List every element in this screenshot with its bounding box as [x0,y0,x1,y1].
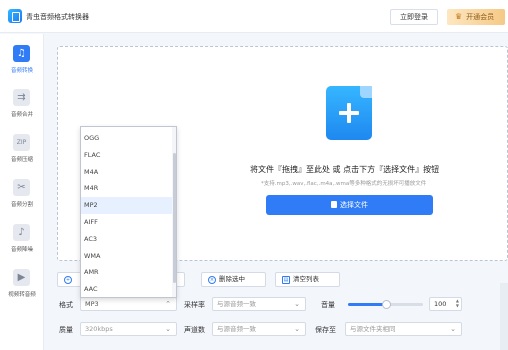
format-option-aac[interactable]: AAC [81,281,172,297]
format-option-aiff[interactable]: AIFF [81,214,172,231]
save-to-select[interactable]: 与源文件夹相同 ⌄ [345,322,462,336]
channels-select[interactable]: 与源音频一致 ⌄ [212,322,306,336]
sidebar-item-audio-denoise[interactable]: ♪ 音频降噪 [0,217,44,257]
zip-icon: ZIP [13,134,30,151]
right-scrollbar[interactable] [500,283,508,350]
sidebar-item-label: 音频合并 [10,112,33,118]
volume-slider-handle[interactable] [381,300,391,309]
delete-selected-button[interactable]: × 删除选中 [201,272,266,287]
format-option-ogg[interactable]: OGG [81,130,172,147]
sample-rate-label: 采样率 [184,301,205,309]
format-option-flac[interactable]: FLAC [81,147,172,164]
select-file-button[interactable]: 选择文件 [266,195,433,215]
format-option-amr[interactable]: AMR [81,264,172,281]
format-option-m4a[interactable]: M4A [81,164,172,181]
add-file-icon[interactable] [326,86,372,140]
volume-label: 音量 [321,301,335,309]
app-title: 青虫音频格式转换器 [26,13,89,21]
volume-slider[interactable] [348,300,423,309]
app-logo-icon [8,9,22,23]
vip-button[interactable]: ♛ 开通会员 [447,9,505,25]
sidebar-item-video-to-audio[interactable]: ▶ 视频转音频 [0,262,44,302]
sidebar-item-label: 音频分割 [10,202,33,208]
close-icon: × [208,276,216,284]
scissors-icon: ✂ [13,179,30,196]
format-label: 格式 [59,301,73,309]
sidebar: ♫ 音频转换 ⇉ 音频合并 ZIP 音频压缩 ✂ 音频分割 ♪ 音频降噪 ▶ 视… [0,34,44,350]
format-select[interactable]: MP3 ⌃ [80,297,177,311]
chevron-down-icon: ⌄ [450,325,456,333]
chevron-down-icon: ⌄ [165,325,171,333]
login-button[interactable]: 立即登录 [390,9,438,25]
chevron-up-icon: ⌃ [165,300,171,308]
channels-label: 声道数 [184,326,205,334]
format-option-ac3[interactable]: AC3 [81,231,172,248]
drop-hint: 将文件『拖拽』至此处 或 点击下方『选择文件』按钮 [250,165,440,174]
dropdown-scrollbar[interactable] [172,127,176,297]
sidebar-item-label: 音频降噪 [10,247,33,253]
quality-label: 质量 [59,326,73,334]
stepper-icon[interactable]: ▲ ▼ [456,298,459,308]
chevron-down-icon: ⌄ [294,300,300,308]
crown-icon: ♛ [455,12,463,21]
sample-rate-select[interactable]: 与源音频一致 ⌄ [212,297,306,311]
clear-list-label: 清空列表 [293,275,319,283]
sidebar-item-audio-compress[interactable]: ZIP 音频压缩 [0,127,44,167]
add-file-icon: + [64,276,72,284]
clear-list-button[interactable]: ▤ 清空列表 [275,272,340,287]
format-option-mp2[interactable]: MP2 [81,197,172,215]
noise-reduction-icon: ♪ [13,224,30,241]
format-dropdown-list: OGG FLAC M4A M4R MP2 AIFF AC3 WMA AMR AAC [80,126,177,298]
trash-icon: ▤ [282,276,290,284]
title-bar: 青虫音频格式转换器 立即登录 ♛ 开通会员 [0,0,508,33]
save-to-label: 保存至 [315,326,336,334]
sidebar-item-label: 音频转换 [10,68,33,74]
merge-icon: ⇉ [13,89,30,106]
supported-formats-hint: *支持.mp3,.wav,.flac,.m4a,.wma等多种格式的无损坏可播放… [261,181,427,187]
video-to-audio-icon: ▶ [13,269,30,286]
format-option-m4r[interactable]: M4R [81,180,172,197]
delete-selected-label: 删除选中 [219,275,245,283]
sidebar-item-audio-merge[interactable]: ⇉ 音频合并 [0,82,44,122]
chevron-down-icon: ⌄ [294,325,300,333]
format-option-wma[interactable]: WMA [81,248,172,265]
sidebar-item-label: 视频转音频 [8,292,36,298]
vip-button-label: 开通会员 [466,13,495,21]
music-note-icon: ♫ [13,45,30,62]
document-icon [331,201,337,208]
volume-input[interactable]: 100 ▲ ▼ [429,297,462,311]
quality-select[interactable]: 320kbps ⌄ [80,322,177,336]
sidebar-item-audio-convert[interactable]: ♫ 音频转换 [0,38,44,78]
sidebar-item-audio-split[interactable]: ✂ 音频分割 [0,172,44,212]
sidebar-item-label: 音频压缩 [10,157,33,163]
select-file-label: 选择文件 [340,201,368,209]
